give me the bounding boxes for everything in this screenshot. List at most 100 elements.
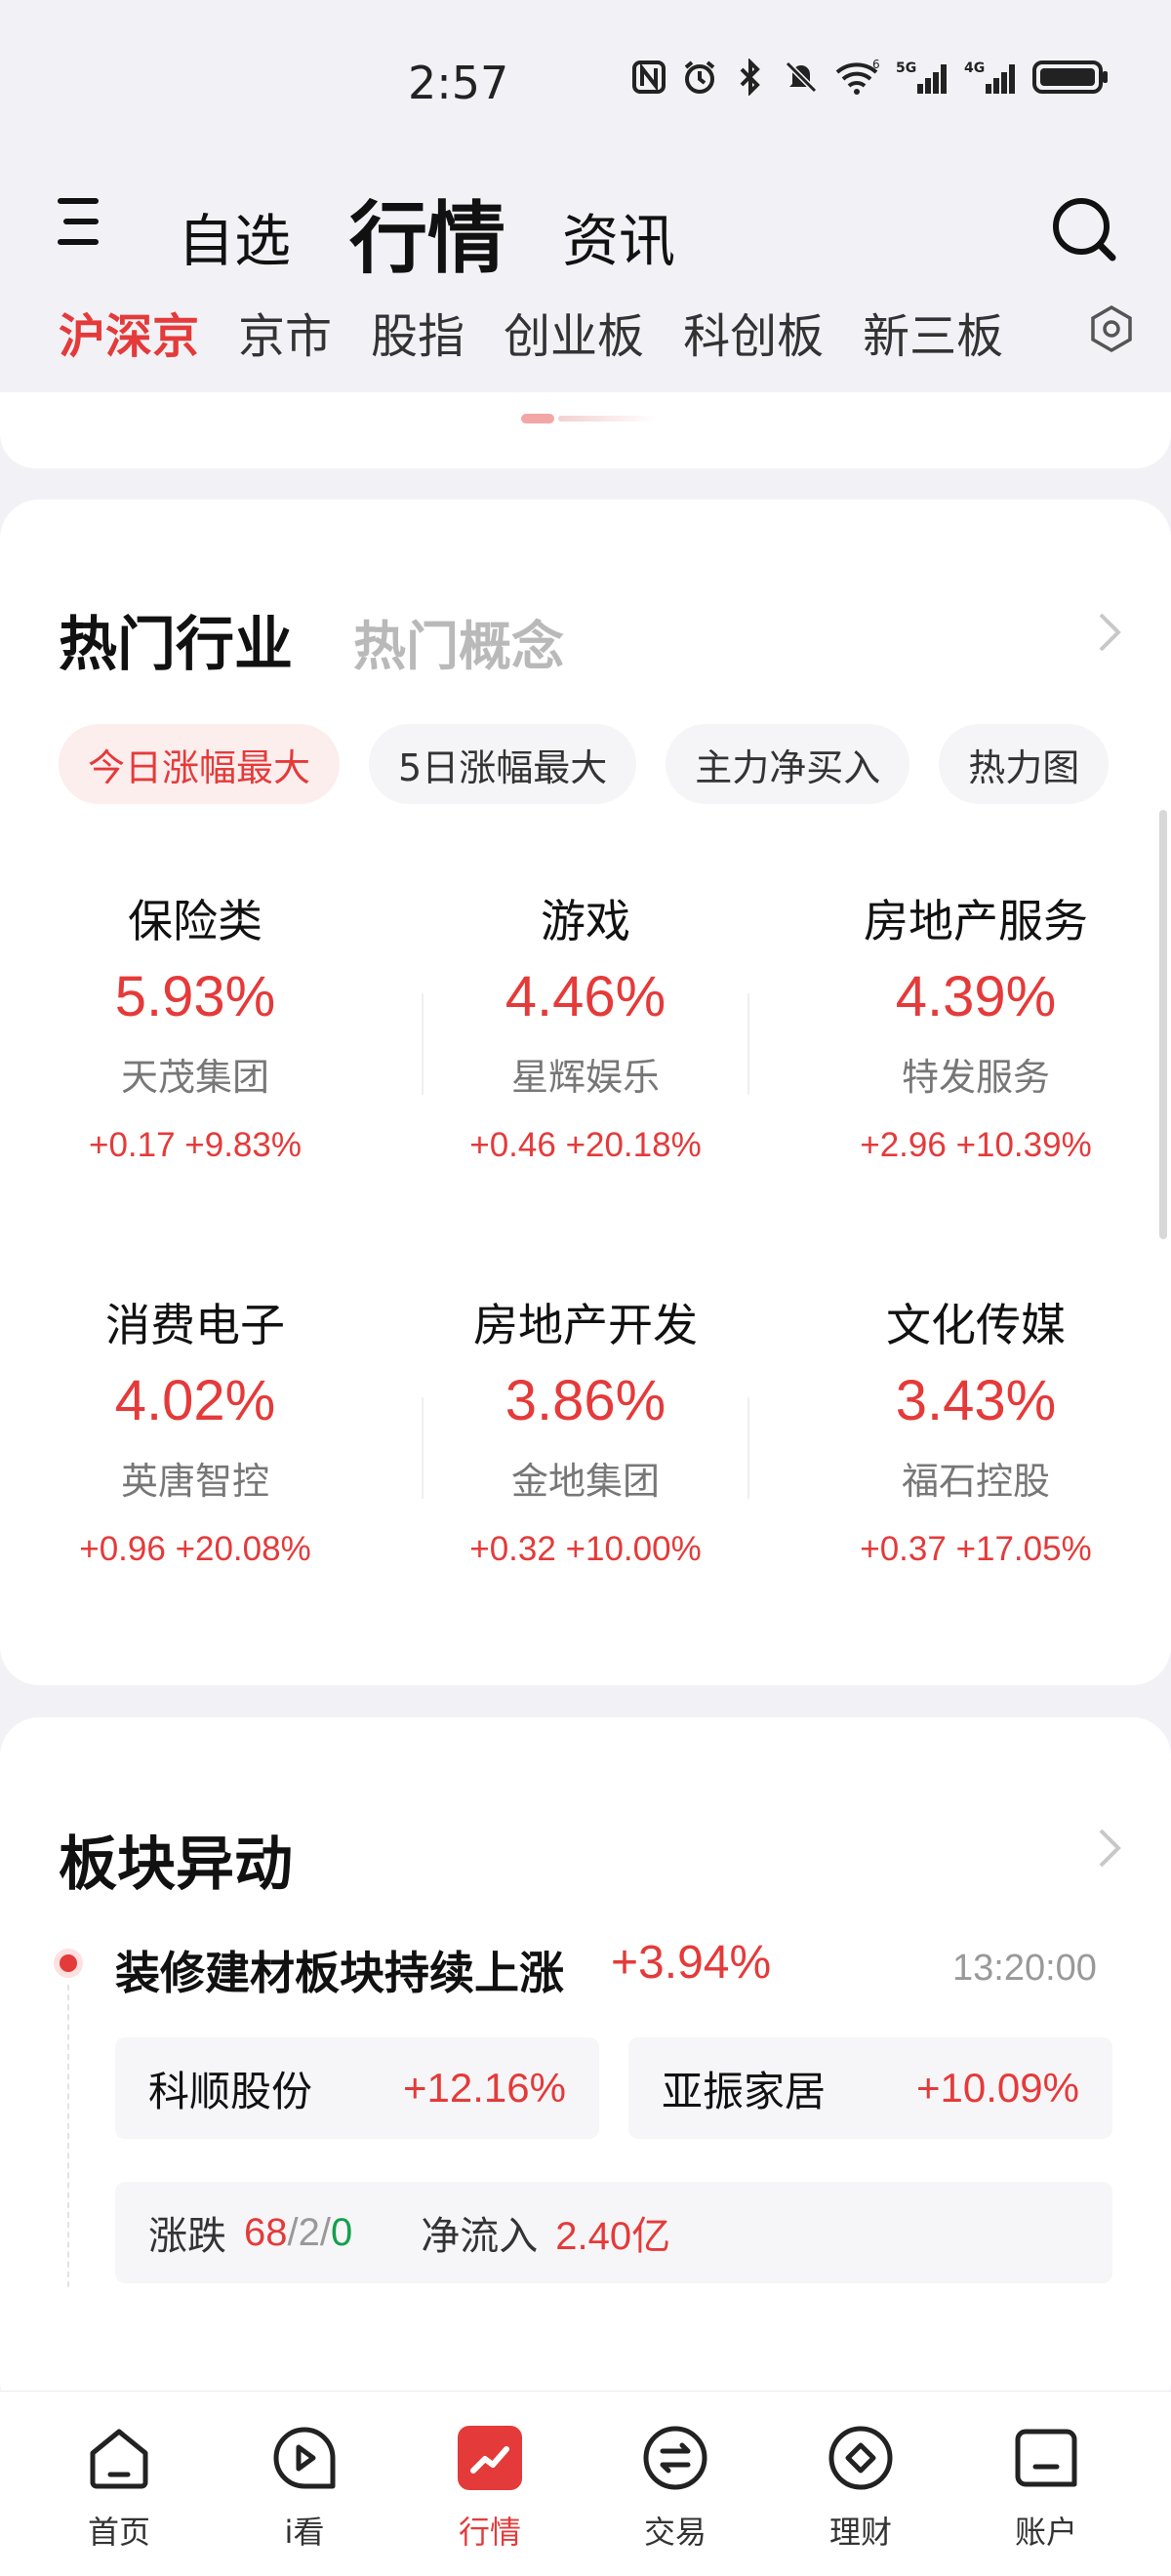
leading-stock-change: +0.37 +17.05% bbox=[860, 1530, 1092, 1568]
menu-icon[interactable] bbox=[57, 195, 100, 248]
bottom-tab-wealth[interactable]: 理财 bbox=[792, 2422, 929, 2553]
subtab-jingshi[interactable]: 京市 bbox=[238, 298, 332, 366]
market-icon bbox=[458, 2426, 522, 2490]
industry-card[interactable]: 消费电子 4.02% 英唐智控 +0.96 +20.08% bbox=[0, 1290, 390, 1569]
industry-name: 房地产开发 bbox=[473, 1299, 698, 1351]
bluetooth-icon bbox=[732, 59, 769, 96]
netflow-label: 净流入 bbox=[421, 2214, 539, 2259]
industry-card[interactable]: 房地产服务 4.39% 特发服务 +2.96 +10.39% bbox=[781, 886, 1171, 1165]
event-title[interactable]: 装修建材板块持续上涨 bbox=[115, 1938, 564, 2002]
bottom-tab-label: 首页 bbox=[87, 2514, 150, 2551]
banner-card bbox=[0, 392, 1171, 468]
leading-stock-change: +0.46 +20.18% bbox=[469, 1126, 702, 1164]
stock-name: 亚振家居 bbox=[662, 2067, 827, 2115]
divider bbox=[747, 993, 749, 1095]
separator: / bbox=[287, 2210, 299, 2254]
filter-5day-gain[interactable]: 5日涨幅最大 bbox=[369, 724, 637, 804]
leading-stock: 英唐智控 bbox=[120, 1460, 269, 1503]
search-icon[interactable] bbox=[1050, 195, 1118, 263]
section-title-sector-movement[interactable]: 板块异动 bbox=[59, 1817, 293, 1902]
status-time: 2:57 bbox=[408, 57, 509, 109]
industry-name: 文化传媒 bbox=[886, 1299, 1066, 1351]
leading-stock-change: +2.96 +10.39% bbox=[860, 1126, 1092, 1164]
industry-card[interactable]: 房地产开发 3.86% 金地集团 +0.32 +10.00% bbox=[390, 1290, 781, 1569]
leading-stock: 天茂集团 bbox=[120, 1056, 269, 1099]
svg-text:4G: 4G bbox=[964, 60, 985, 76]
sector-stats: 涨跌 68 / 2 / 0 净流入 2.40亿 bbox=[115, 2182, 1112, 2283]
down-count: 0 bbox=[331, 2210, 353, 2254]
nfc-icon bbox=[630, 59, 667, 96]
tab-news[interactable]: 资讯 bbox=[562, 195, 675, 277]
stock-change: +10.09% bbox=[916, 2065, 1079, 2111]
trade-icon bbox=[643, 2426, 707, 2490]
svg-text:6: 6 bbox=[872, 59, 880, 71]
timeline-line bbox=[67, 1985, 69, 2287]
subtab-hushenjing[interactable]: 沪深京 bbox=[59, 298, 199, 366]
bottom-tab-label: i看 bbox=[284, 2514, 325, 2551]
event-change: +3.94% bbox=[611, 1937, 772, 1989]
subtab-fade bbox=[1015, 293, 1073, 371]
section-title-hot-industry[interactable]: 热门行业 bbox=[59, 597, 293, 682]
wealth-icon bbox=[828, 2426, 893, 2490]
filter-heatmap[interactable]: 热力图 bbox=[939, 724, 1110, 804]
industry-change: 5.93% bbox=[114, 965, 276, 1028]
svg-text:5G: 5G bbox=[896, 60, 916, 76]
bottom-tab-trade[interactable]: 交易 bbox=[607, 2422, 744, 2553]
stock-chip[interactable]: 科顺股份 +12.16% bbox=[115, 2037, 599, 2139]
industry-name: 游戏 bbox=[541, 895, 630, 947]
subtab-xinsanban[interactable]: 新三板 bbox=[863, 298, 1003, 366]
leading-stock: 金地集团 bbox=[510, 1460, 660, 1503]
timeline-dot bbox=[60, 1954, 77, 1972]
industry-name: 房地产服务 bbox=[864, 895, 1088, 947]
bottom-tab-label: 账户 bbox=[1014, 2514, 1077, 2551]
signal-4g-icon: 4G bbox=[964, 59, 1019, 96]
subtab-guzhi[interactable]: 股指 bbox=[371, 298, 464, 366]
industry-change: 4.39% bbox=[895, 965, 1057, 1028]
bottom-tab-ikan[interactable]: i看 bbox=[236, 2422, 373, 2553]
leading-stock: 福石控股 bbox=[901, 1460, 1050, 1503]
scrollbar[interactable] bbox=[1159, 810, 1167, 1239]
industry-card[interactable]: 游戏 4.46% 星辉娱乐 +0.46 +20.18% bbox=[390, 886, 781, 1165]
tab-watchlist[interactable]: 自选 bbox=[178, 195, 291, 277]
chevron-right-icon[interactable] bbox=[1095, 611, 1124, 654]
bottom-tab-label: 行情 bbox=[458, 2514, 521, 2551]
industry-name: 保险类 bbox=[128, 895, 262, 947]
filter-today-gain[interactable]: 今日涨幅最大 bbox=[59, 724, 341, 804]
up-count: 68 bbox=[244, 2210, 288, 2254]
chevron-right-icon[interactable] bbox=[1095, 1827, 1124, 1870]
industry-name: 消费电子 bbox=[105, 1299, 285, 1351]
industry-change: 3.86% bbox=[505, 1369, 666, 1432]
subtab-kechuang[interactable]: 科创板 bbox=[683, 298, 824, 366]
carousel-dot-active bbox=[521, 414, 554, 423]
industry-change: 4.02% bbox=[114, 1369, 276, 1432]
settings-icon[interactable] bbox=[1087, 304, 1136, 353]
event-time: 13:20:00 bbox=[952, 1948, 1097, 1989]
home-icon bbox=[90, 2429, 148, 2489]
play-icon bbox=[273, 2427, 336, 2489]
bottom-tab-home[interactable]: 首页 bbox=[51, 2422, 187, 2553]
netflow-value: 2.40亿 bbox=[555, 2215, 671, 2258]
signal-5g-icon: 5G bbox=[896, 59, 950, 96]
flat-count: 2 bbox=[298, 2210, 320, 2254]
tab-market[interactable]: 行情 bbox=[349, 176, 505, 289]
bottom-tab-label: 交易 bbox=[643, 2514, 707, 2551]
bottom-tab-market[interactable]: 行情 bbox=[422, 2422, 558, 2553]
stock-name: 科顺股份 bbox=[148, 2067, 313, 2115]
industry-change: 3.43% bbox=[895, 1369, 1057, 1432]
bottom-tab-label: 理财 bbox=[828, 2514, 892, 2551]
leading-stock-change: +0.17 +9.83% bbox=[89, 1126, 302, 1164]
wifi-icon: 6 bbox=[833, 59, 882, 96]
industry-change: 4.46% bbox=[505, 965, 666, 1028]
stock-chip[interactable]: 亚振家居 +10.09% bbox=[628, 2037, 1112, 2139]
tab-hot-concept[interactable]: 热门概念 bbox=[353, 603, 564, 680]
subtab-chuangye[interactable]: 创业板 bbox=[504, 298, 644, 366]
account-icon bbox=[1015, 2429, 1077, 2487]
carousel-dot bbox=[558, 416, 656, 422]
bottom-tab-account[interactable]: 账户 bbox=[978, 2422, 1114, 2553]
filter-net-buy[interactable]: 主力净买入 bbox=[666, 724, 910, 804]
separator: / bbox=[319, 2210, 331, 2254]
industry-card[interactable]: 保险类 5.93% 天茂集团 +0.17 +9.83% bbox=[0, 886, 390, 1165]
industry-card[interactable]: 文化传媒 3.43% 福石控股 +0.37 +17.05% bbox=[781, 1290, 1171, 1569]
market-sub-tabs: 沪深京 京市 股指 创业板 科创板 新三板 bbox=[59, 298, 1003, 366]
battery-icon bbox=[1032, 59, 1110, 96]
